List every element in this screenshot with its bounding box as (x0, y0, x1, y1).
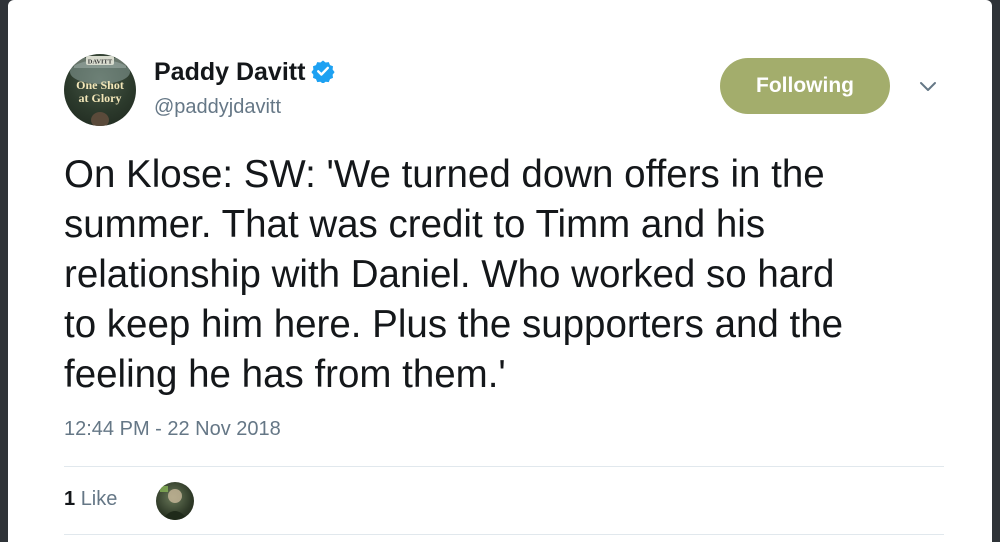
like-count-number: 1 (64, 488, 76, 510)
tweet-card: DAVITT One Shot at Glory Paddy Davitt @p… (8, 0, 992, 542)
svg-text:DAVITT: DAVITT (88, 59, 113, 66)
svg-text:at Glory: at Glory (79, 91, 122, 105)
tweet-timestamp[interactable]: 12:44 PM - 22 Nov 2018 (64, 418, 281, 441)
divider-bottom (64, 534, 944, 535)
likes-count[interactable]: 1 Like (64, 488, 117, 511)
chevron-down-icon[interactable] (916, 76, 940, 96)
author-avatar[interactable]: DAVITT One Shot at Glory (64, 54, 136, 126)
avatar-image: DAVITT One Shot at Glory (70, 56, 130, 126)
svg-text:One Shot: One Shot (76, 78, 124, 92)
author-handle[interactable]: @paddyjdavitt (154, 96, 281, 119)
author-name[interactable]: Paddy Davitt (154, 58, 336, 90)
tweet-text: On Klose: SW: 'We turned down offers in … (64, 153, 844, 396)
liker-avatar[interactable] (156, 482, 194, 520)
liker-avatar-image (160, 486, 188, 520)
divider-top (64, 466, 944, 467)
author-display-name[interactable]: Paddy Davitt (154, 58, 305, 86)
following-button[interactable]: Following (720, 58, 890, 114)
like-label: Like (80, 488, 118, 510)
verified-badge-icon (311, 59, 336, 90)
